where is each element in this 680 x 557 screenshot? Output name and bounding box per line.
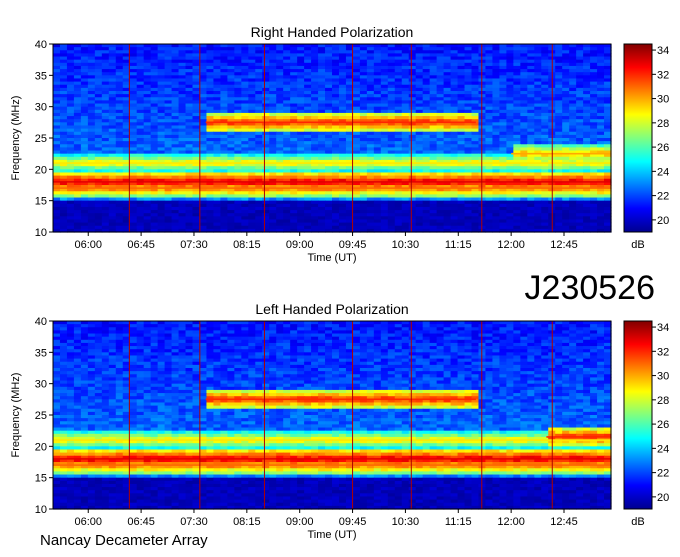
y-tick-label: 30 — [35, 102, 47, 114]
panel-title: Left Handed Polarization — [255, 301, 408, 317]
colorbar-tick-label: 24 — [657, 166, 669, 178]
colorbar-unit: dB — [631, 239, 644, 251]
colorbar-ticks: 34 32 30 28 26 24 22 20 — [652, 45, 669, 227]
colorbar-tick-label: 22 — [657, 191, 669, 203]
x-tick-label: 09:45 — [339, 239, 367, 251]
panel-title: Right Handed Polarization — [251, 24, 414, 40]
heatmap — [53, 44, 612, 233]
y-tick-label: 40 — [35, 39, 47, 51]
x-tick-label: 08:15 — [233, 239, 261, 251]
y-ticks: 40 35 30 25 20 15 10 — [35, 39, 53, 239]
x-tick-label: 09:00 — [286, 239, 314, 251]
colorbar-tick-label: 26 — [657, 142, 669, 154]
colorbar-tick-label: 32 — [657, 69, 669, 81]
colorbar-tick-label: 34 — [657, 45, 669, 57]
x-tick-label: 07:30 — [180, 239, 208, 251]
colorbar-tick-label: 20 — [657, 215, 669, 227]
spectrogram-figure: Right Handed Polarization 40 35 30 25 20 15 10… — [0, 0, 680, 552]
x-ticks: 06:00 06:45 07:30 08:15 09:00 09:45 10:30 11:15… — [74, 232, 577, 251]
x-axis-label: Time (UT) — [307, 252, 356, 264]
colorbar — [624, 44, 652, 232]
x-tick-label: 12:00 — [497, 239, 525, 251]
observation-id: J230526 — [525, 269, 655, 307]
x-tick-label: 11:15 — [445, 239, 472, 251]
panel-left-polarization: Left Handed Polarization 40353025201510 … — [10, 301, 669, 541]
y-tick-label: 25 — [35, 133, 47, 145]
colorbar-tick-label: 30 — [657, 94, 669, 106]
y-tick-label: 20 — [35, 164, 47, 176]
y-tick-label: 15 — [35, 196, 47, 208]
y-tick-label: 10 — [35, 227, 47, 239]
heatmap — [53, 321, 612, 510]
panel-right-polarization: Right Handed Polarization 40 35 30 25 20 15 10… — [10, 24, 669, 264]
x-tick-label: 10:30 — [392, 239, 420, 251]
x-tick-label: 06:00 — [74, 239, 102, 251]
y-axis-label: Frequency (MHz) — [10, 96, 22, 181]
x-tick-label: 06:45 — [127, 239, 155, 251]
y-tick-label: 35 — [35, 70, 47, 82]
colorbar-tick-label: 28 — [657, 118, 669, 130]
x-tick-label: 12:45 — [550, 239, 578, 251]
